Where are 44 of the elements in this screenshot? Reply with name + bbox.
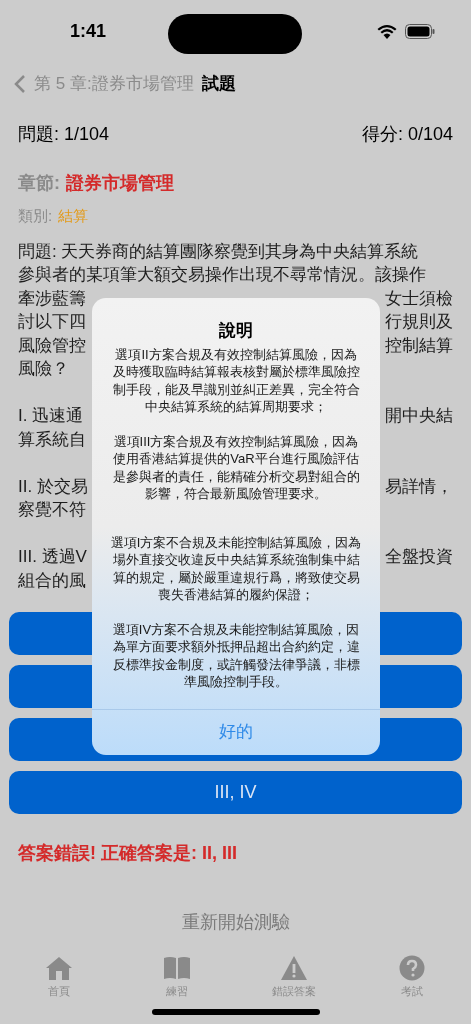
question-text: 風險管控	[18, 334, 86, 357]
alert-message: 選項III方案合規及有效控制結算風險，因為使用香港結算提供的VaR平台進行風險評估是參與者的責任，能精確分析交易對組合的影響，符合最新風險管理要求。	[111, 432, 361, 503]
question-text: 易詳情，	[385, 475, 453, 498]
warning-icon	[280, 955, 309, 981]
page-title: 試題	[201, 73, 236, 96]
score-counter: 得分: 0/104	[361, 123, 453, 146]
question-text: 討以下四	[18, 311, 86, 333]
question-text: 風險？	[18, 358, 69, 380]
answer-button[interactable]: III, IV	[9, 771, 462, 814]
question-text: III. 透過V	[18, 546, 87, 568]
back-chevron-icon	[14, 74, 26, 94]
back-button[interactable]: 第 5 章:證券市場管理	[14, 71, 194, 97]
question-text: II. 於交易	[18, 475, 88, 498]
result-message: 答案錯誤! 正確答案是: II, III	[18, 842, 238, 865]
help-icon	[399, 955, 426, 981]
question-text: 察覺不符	[18, 499, 86, 521]
category-label: 類別:	[18, 206, 53, 226]
question-text: 算系統自	[18, 428, 86, 451]
tab-item[interactable]: 錯誤答案	[235, 955, 354, 1000]
restart-button[interactable]: 重新開始測驗	[181, 909, 290, 936]
question-text: 女士須檢	[385, 287, 453, 310]
category-value: 結算	[58, 206, 89, 226]
chapter-label: 章節:	[18, 172, 60, 195]
wifi-icon	[377, 23, 397, 39]
question-text: 行規則及	[385, 311, 453, 333]
question-text: I. 迅速通	[18, 405, 84, 427]
question-text: 參與者的某項筆大額交易操作出現不尋常情況。該操作	[18, 264, 426, 286]
ok-button[interactable]: 好的	[92, 708, 380, 755]
tab-item[interactable]: 首頁	[0, 955, 118, 1000]
question-text: 開中央結	[385, 405, 453, 427]
question-text: 控制結算	[385, 334, 453, 357]
question-text: 牽涉藍籌	[18, 287, 86, 310]
battery-icon	[405, 23, 435, 39]
book-icon	[161, 955, 192, 981]
alert-title: 說明	[219, 320, 253, 342]
chapter-value: 證券市場管理	[66, 172, 174, 195]
question-text: 問題: 天天券商的結算團隊察覺到其身為中央結算系統	[18, 240, 419, 263]
alert-message: 選項I方案不合規及未能控制結算風險，因為場外直接交收違反中央結算系統強制集中結算的規定，屬於嚴重違規行爲，將致使交易喪失香港結算的履約保證；	[109, 533, 363, 604]
question-text: 全盤投資	[385, 546, 453, 568]
question-counter: 問題: 1/104	[18, 123, 110, 146]
alert-message: 選項IV方案不合規及未能控制結算風險，因為單方面要求額外抵押品超出合約約定，違反標準按金制度，或許觸發法律爭議，非標準風險控制手段。	[111, 620, 361, 691]
question-text: 組合的風	[18, 569, 86, 592]
status-time: 1:41	[70, 19, 107, 43]
alert-message: 選項II方案合規及有效控制結算風險，因為及時獲取臨時結算報表核對屬於標準風險控制手段，能及早識別並糾正差異，完全符合中央結算系統的結算周期要求；	[111, 345, 361, 416]
